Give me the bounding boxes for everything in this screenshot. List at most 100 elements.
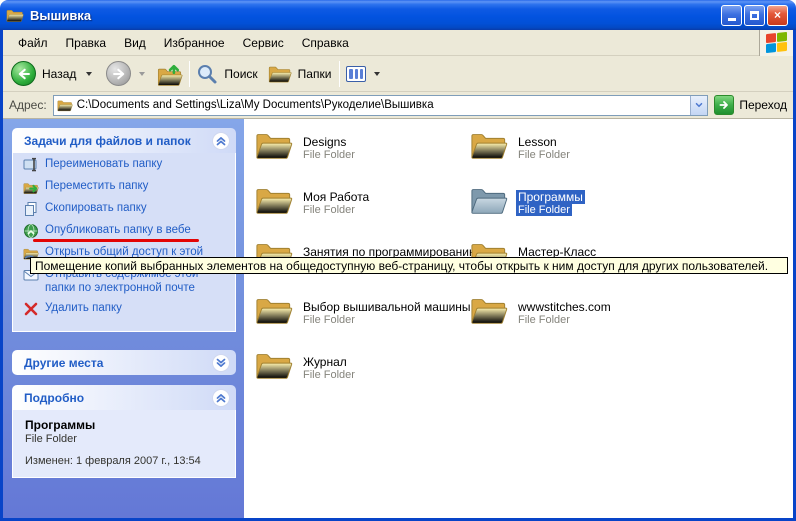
folders-label: Папки xyxy=(298,67,332,81)
address-value[interactable]: C:\Documents and Settings\Liza\My Docume… xyxy=(77,99,691,111)
address-dropdown-button[interactable] xyxy=(690,96,707,115)
file-name: Моя Работа xyxy=(301,190,371,204)
menu-edit[interactable]: Правка xyxy=(57,32,116,54)
file-name: Программы xyxy=(516,190,585,204)
rename-icon xyxy=(23,157,39,173)
folder-icon xyxy=(255,295,293,326)
address-folder-icon xyxy=(57,99,73,112)
details-item-modified: Изменен: 1 февраля 2007 г., 13:54 xyxy=(25,455,231,467)
address-bar: Адрес: C:\Documents and Settings\Liza\My… xyxy=(3,92,793,119)
panel-other-places-header[interactable]: Другие места xyxy=(12,350,236,375)
panel-other-places: Другие места xyxy=(12,350,236,375)
panel-title: Подробно xyxy=(24,391,212,405)
minimize-button[interactable] xyxy=(721,5,742,26)
minimize-icon xyxy=(728,18,736,21)
file-name: Designs xyxy=(301,135,357,149)
file-item[interactable]: Моя РаботаFile Folder xyxy=(255,185,467,217)
tooltip-text: Помещение копий выбранных элементов на о… xyxy=(35,259,768,273)
forward-dropdown-icon[interactable] xyxy=(139,72,145,76)
content-area: Задачи для файлов и папок xyxy=(3,119,793,518)
folder-icon-selected xyxy=(470,185,508,216)
task-link[interactable]: Удалить папку xyxy=(45,301,122,315)
folder-icon xyxy=(255,350,293,381)
go-button[interactable] xyxy=(714,95,734,115)
menu-help[interactable]: Справка xyxy=(293,32,358,54)
task-rename-folder[interactable]: Переименовать папку xyxy=(23,157,231,173)
file-type: File Folder xyxy=(301,149,357,162)
menu-favorites[interactable]: Избранное xyxy=(155,32,234,54)
folders-icon xyxy=(268,64,292,84)
file-item-selected[interactable]: ПрограммыFile Folder xyxy=(470,185,682,217)
publish-globe-icon xyxy=(23,223,39,239)
task-link[interactable]: Скопировать папку xyxy=(45,201,147,215)
search-icon xyxy=(196,63,218,85)
copy-icon xyxy=(23,201,39,217)
chevron-up-icon xyxy=(214,391,228,405)
folders-button[interactable]: Папки xyxy=(268,64,334,84)
go-arrow-icon xyxy=(718,99,730,111)
window-folder-icon xyxy=(6,8,24,23)
file-list: DesignsFile Folder Моя РаботаFile Folder… xyxy=(244,119,793,518)
views-icon xyxy=(346,66,366,82)
file-item[interactable]: DesignsFile Folder xyxy=(255,130,467,162)
collapse-button[interactable] xyxy=(212,389,230,407)
file-item[interactable]: LessonFile Folder xyxy=(470,130,682,162)
collapse-button[interactable] xyxy=(212,132,230,150)
panel-file-tasks-body: Переименовать папку Переместить папку xyxy=(12,153,236,332)
forward-button[interactable] xyxy=(106,61,149,86)
task-move-folder[interactable]: Переместить папку xyxy=(23,179,231,195)
task-copy-folder[interactable]: Скопировать папку xyxy=(23,201,231,217)
toolbar-separator xyxy=(189,61,190,87)
task-delete-folder[interactable]: Удалить папку xyxy=(23,301,231,317)
close-icon: × xyxy=(774,9,781,21)
file-type: File Folder xyxy=(301,314,473,327)
chevron-down-icon xyxy=(214,356,228,370)
task-link[interactable]: Опубликовать папку в вебе xyxy=(45,223,191,237)
expand-button[interactable] xyxy=(212,354,230,372)
toolbar-separator xyxy=(339,61,340,87)
search-button[interactable]: Поиск xyxy=(196,63,259,85)
chevron-down-icon xyxy=(694,100,704,110)
task-link[interactable]: Переименовать папку xyxy=(45,157,162,171)
windows-logo xyxy=(759,30,793,56)
menu-bar: Файл Правка Вид Избранное Сервис Справка xyxy=(3,30,793,56)
maximize-button[interactable] xyxy=(744,5,765,26)
menu-file[interactable]: Файл xyxy=(9,32,57,54)
file-name: Выбор вышивальной машины xyxy=(301,300,473,314)
chevron-up-icon xyxy=(214,134,228,148)
back-button[interactable]: Назад xyxy=(11,61,96,86)
delete-icon xyxy=(23,301,39,317)
close-button[interactable]: × xyxy=(767,5,788,26)
folder-icon xyxy=(470,130,508,161)
menu-tools[interactable]: Сервис xyxy=(234,32,293,54)
toolbar: Назад Поиск xyxy=(3,56,793,92)
back-icon xyxy=(11,61,36,86)
task-publish-folder[interactable]: Опубликовать папку в вебе xyxy=(23,223,231,239)
file-name: Lesson xyxy=(516,135,572,149)
title-bar: Вышивка × xyxy=(0,0,796,30)
windows-flag-icon xyxy=(766,32,787,53)
tooltip: Помещение копий выбранных элементов на о… xyxy=(30,257,788,274)
panel-title: Задачи для файлов и папок xyxy=(24,134,212,148)
panel-details-header[interactable]: Подробно xyxy=(12,385,236,410)
task-pane: Задачи для файлов и папок xyxy=(3,119,244,518)
views-button[interactable] xyxy=(346,66,384,82)
address-input[interactable]: C:\Documents and Settings\Liza\My Docume… xyxy=(53,95,709,116)
panel-details-body: Программы File Folder Изменен: 1 февраля… xyxy=(12,410,236,478)
panel-file-tasks-header[interactable]: Задачи для файлов и папок xyxy=(12,128,236,153)
explorer-window: Вышивка × Файл Правка Вид Избранное Серв… xyxy=(0,0,796,521)
file-item[interactable]: Выбор вышивальной машиныFile Folder xyxy=(255,295,467,327)
forward-icon xyxy=(106,61,131,86)
back-label: Назад xyxy=(42,67,76,81)
task-link[interactable]: Переместить папку xyxy=(45,179,148,193)
back-dropdown-icon[interactable] xyxy=(86,72,92,76)
panel-file-tasks: Задачи для файлов и папок xyxy=(12,128,236,332)
file-type: File Folder xyxy=(301,204,371,217)
file-item[interactable]: ЖурналFile Folder xyxy=(255,350,467,382)
folder-icon xyxy=(255,130,293,161)
up-folder-icon xyxy=(157,62,183,86)
search-label: Поиск xyxy=(224,67,257,81)
menu-view[interactable]: Вид xyxy=(115,32,155,54)
file-item[interactable]: wwwstitches.comFile Folder xyxy=(470,295,682,327)
up-button[interactable] xyxy=(157,62,183,86)
